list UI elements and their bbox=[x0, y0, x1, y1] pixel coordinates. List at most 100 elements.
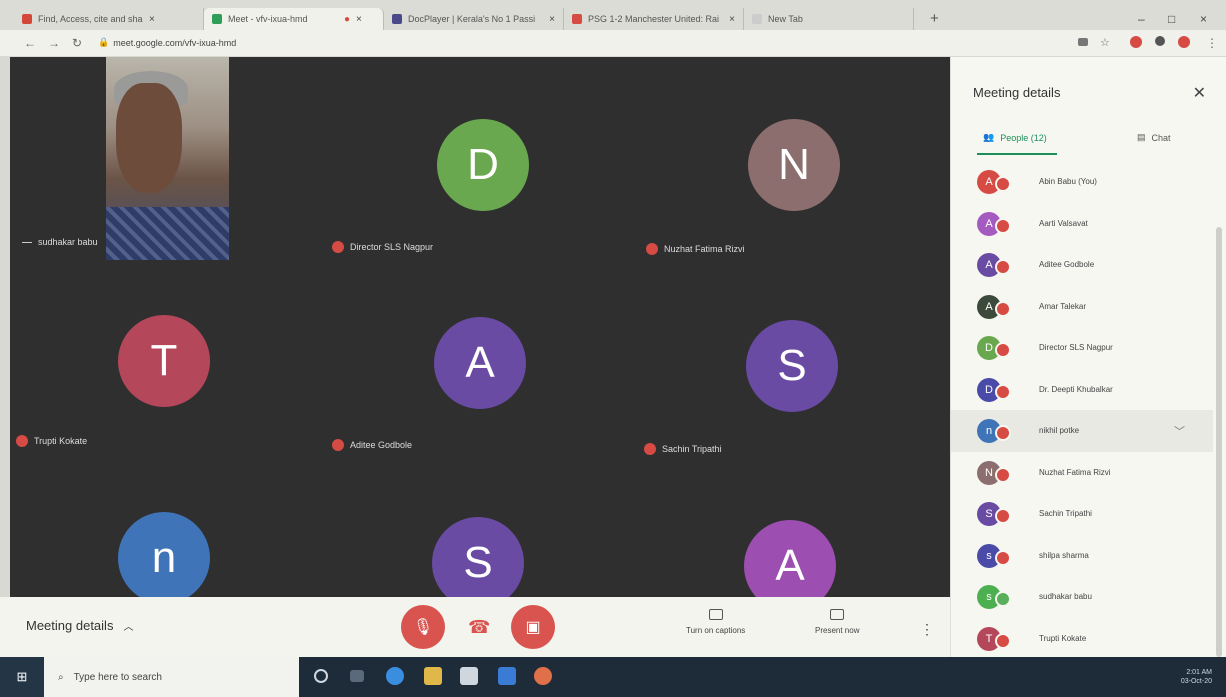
browser-tab[interactable]: New Tab bbox=[744, 8, 914, 30]
participant-name: Aarti Valsavat bbox=[1039, 218, 1088, 228]
list-item[interactable]: s sudhakar babu bbox=[951, 576, 1213, 618]
mic-off-icon bbox=[995, 383, 1011, 400]
more-options-icon[interactable]: ⋮ bbox=[920, 621, 934, 638]
tab-people[interactable]: 👥 People (12) bbox=[983, 132, 1047, 143]
list-item[interactable]: s shilpa sharma bbox=[951, 535, 1213, 577]
camera-video-tile bbox=[106, 57, 229, 260]
browser-tab[interactable]: DocPlayer | Kerala's No 1 Passi × bbox=[384, 8, 564, 30]
extension-icon[interactable] bbox=[1130, 36, 1142, 48]
shirt bbox=[106, 207, 229, 260]
new-tab-icon[interactable]: + bbox=[930, 10, 939, 27]
reload-icon[interactable]: ↻ bbox=[72, 36, 82, 50]
participant-name: Amar Talekar bbox=[1039, 301, 1086, 311]
list-item[interactable]: A Aditee Godbole bbox=[951, 244, 1213, 286]
menu-dots-icon[interactable]: ⋮ bbox=[1206, 36, 1218, 50]
chrome-icon[interactable] bbox=[534, 667, 552, 685]
list-item[interactable]: D Dr. Deepti Khubalkar bbox=[951, 369, 1213, 411]
close-tab-icon[interactable]: × bbox=[549, 14, 555, 25]
mic-off-icon bbox=[995, 549, 1011, 566]
list-item[interactable]: T Trupti Kokate bbox=[951, 618, 1213, 660]
edge-icon[interactable] bbox=[386, 667, 404, 685]
taskbar-search[interactable]: ⌕ Type here to search bbox=[44, 657, 299, 697]
task-view-icon[interactable] bbox=[350, 670, 364, 682]
store-icon[interactable] bbox=[460, 667, 478, 685]
list-item[interactable]: A Aarti Valsavat bbox=[951, 203, 1213, 245]
address-bar: ← → ↻ 🔒 meet.google.com/vfv-ixua-hmd ☆ ⋮ bbox=[0, 30, 1226, 56]
x-icon bbox=[572, 14, 582, 24]
star-icon[interactable]: ☆ bbox=[1100, 36, 1110, 49]
blank-icon bbox=[752, 14, 762, 24]
close-panel-icon[interactable]: ✕ bbox=[1193, 83, 1206, 103]
present-label: Present now bbox=[815, 626, 860, 635]
maximize-icon[interactable]: □ bbox=[1168, 12, 1175, 26]
name-text: Nuzhat Fatima Rizvi bbox=[664, 244, 745, 254]
camera-toggle-button[interactable]: ▣ bbox=[511, 605, 555, 649]
participant-avatar: T bbox=[118, 315, 210, 407]
profile-avatar[interactable] bbox=[1178, 36, 1190, 48]
list-item[interactable]: D Director SLS Nagpur bbox=[951, 327, 1213, 369]
participant-avatar: n bbox=[118, 512, 210, 597]
mic-off-icon bbox=[995, 342, 1011, 358]
browser-tab[interactable]: PSG 1-2 Manchester United: Rai × bbox=[564, 8, 744, 30]
people-list: A Abin Babu (You) A Aarti Valsavat A Adi… bbox=[951, 161, 1213, 659]
mic-off-icon bbox=[995, 466, 1011, 483]
url-text: meet.google.com/vfv-ixua-hmd bbox=[113, 37, 237, 48]
participant-name: Sachin Tripathi bbox=[644, 443, 722, 455]
participant-name: Nuzhat Fatima Rizvi bbox=[646, 243, 745, 255]
puzzle-icon[interactable] bbox=[1155, 36, 1165, 46]
cortana-icon[interactable] bbox=[314, 669, 328, 683]
participant-name: Abin Babu (You) bbox=[1039, 177, 1097, 186]
list-item[interactable]: n nikhil potke ﹀ bbox=[951, 410, 1213, 452]
url-field[interactable]: 🔒 meet.google.com/vfv-ixua-hmd bbox=[98, 37, 236, 48]
close-tab-icon[interactable]: × bbox=[149, 14, 155, 25]
minimize-icon[interactable]: – bbox=[1138, 12, 1145, 26]
participant-name: Trupti Kokate bbox=[1039, 633, 1087, 643]
system-clock[interactable]: 2:01 AM 03-Oct-20 bbox=[1181, 668, 1212, 686]
browser-tab-active[interactable]: Meet - vfv-ixua-hmd ● × bbox=[204, 8, 384, 30]
camera-icon[interactable] bbox=[1078, 38, 1088, 46]
tab-chat[interactable]: ▤ Chat bbox=[1137, 132, 1171, 143]
forward-icon[interactable]: → bbox=[48, 36, 60, 50]
mic-off-icon bbox=[995, 300, 1011, 317]
participant-avatar: N bbox=[748, 119, 840, 211]
scrollbar[interactable] bbox=[1216, 227, 1222, 657]
participant-name: Aditee Godbole bbox=[332, 439, 412, 451]
mic-off-icon bbox=[332, 439, 344, 451]
mail-icon[interactable] bbox=[498, 667, 516, 685]
meet-icon bbox=[212, 14, 222, 24]
participant-avatar: A bbox=[744, 520, 836, 597]
back-icon[interactable]: ← bbox=[24, 36, 36, 50]
participant-name: Trupti Kokate bbox=[16, 435, 87, 447]
hang-up-button[interactable]: ☎ bbox=[468, 617, 490, 638]
captions-button[interactable]: Turn on captions bbox=[686, 609, 745, 635]
start-button[interactable]: ⊞ bbox=[0, 657, 44, 697]
list-item[interactable]: A Amar Talekar bbox=[951, 286, 1213, 328]
browser-tab[interactable]: Find, Access, cite and share the × bbox=[14, 8, 204, 30]
tab-title: New Tab bbox=[768, 14, 803, 24]
chevron-down-icon[interactable]: ﹀ bbox=[1174, 423, 1185, 439]
file-explorer-icon[interactable] bbox=[424, 667, 442, 685]
list-item[interactable]: S Sachin Tripathi bbox=[951, 493, 1213, 535]
recording-dot-icon: ● bbox=[344, 13, 351, 25]
close-tab-icon[interactable]: × bbox=[356, 14, 362, 25]
present-now-button[interactable]: Present now bbox=[815, 609, 859, 635]
close-window-icon[interactable]: × bbox=[1200, 12, 1207, 26]
name-text: Aditee Godbole bbox=[350, 440, 413, 450]
present-icon bbox=[830, 609, 845, 620]
participant-avatar: S bbox=[746, 320, 838, 412]
meeting-details-button[interactable]: Meeting details ︿ bbox=[26, 618, 133, 633]
participant-name: shilpa sharma bbox=[1039, 550, 1089, 560]
close-tab-icon[interactable]: × bbox=[729, 14, 735, 25]
clock-date: 03-Oct-20 bbox=[1180, 678, 1212, 685]
audio-level-icon bbox=[22, 241, 32, 243]
participant-name: Director SLS Nagpur bbox=[332, 241, 433, 253]
mic-off-icon bbox=[646, 243, 658, 255]
list-item[interactable]: N Nuzhat Fatima Rizvi bbox=[951, 452, 1213, 494]
lock-icon: 🔒 bbox=[98, 37, 110, 47]
tab-title: DocPlayer | Kerala's No 1 Passi bbox=[408, 14, 536, 24]
mic-toggle-button[interactable]: 🎙 bbox=[401, 605, 445, 649]
mic-off-icon bbox=[995, 217, 1011, 234]
meeting-control-bar: Meeting details ︿ 🎙 ☎ ▣ Turn on captions… bbox=[0, 597, 950, 657]
list-item[interactable]: A Abin Babu (You) bbox=[951, 161, 1213, 203]
participant-name: Nuzhat Fatima Rizvi bbox=[1039, 467, 1111, 477]
